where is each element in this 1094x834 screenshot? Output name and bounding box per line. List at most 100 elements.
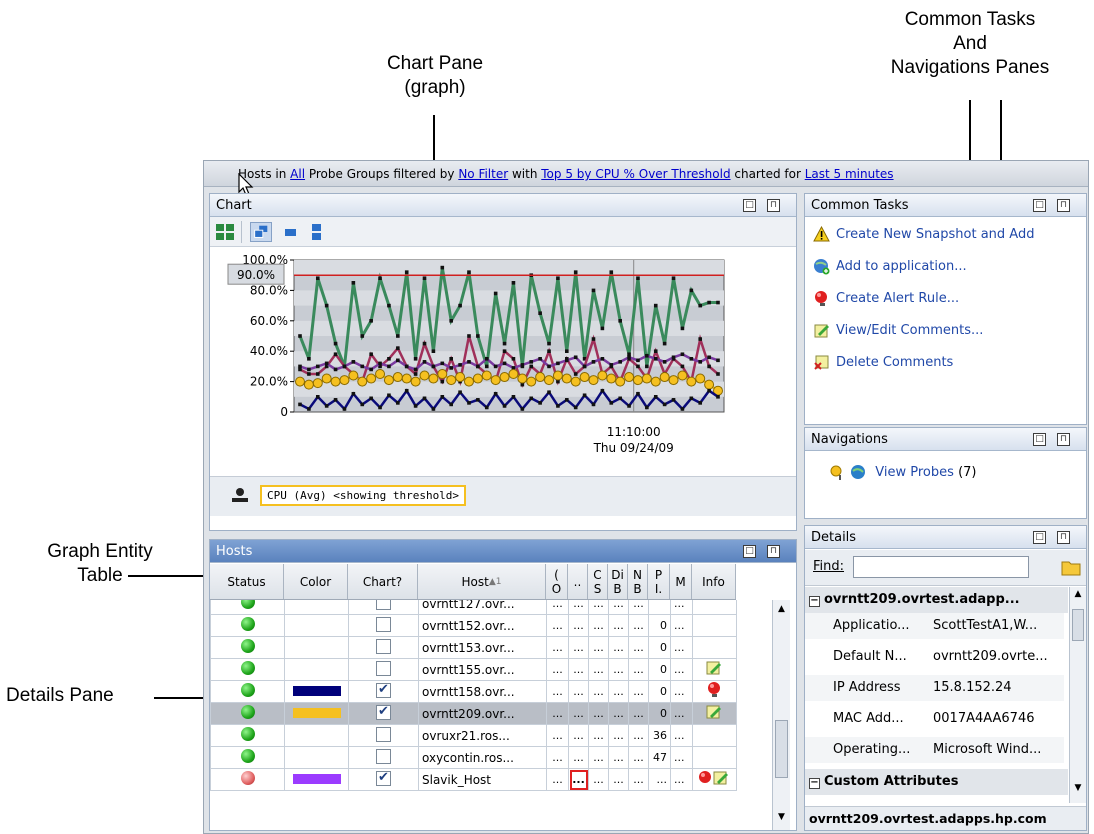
create-alert-rule-task[interactable]: Create Alert Rule... [813, 288, 959, 310]
chart-checkbox[interactable] [376, 660, 391, 676]
pin-icon[interactable]: ⊓ [767, 199, 780, 212]
alert-comment-icon[interactable] [696, 771, 736, 790]
comment-icon[interactable] [705, 705, 725, 724]
details-row[interactable]: Applicatio... ScottTestA1,W... [805, 613, 1064, 639]
filter-link[interactable]: No Filter [458, 167, 508, 181]
vertical-scrollbar[interactable]: ▲ ▼ [772, 600, 790, 830]
details-group-header[interactable]: − ovrntt209.ovrtest.adapp... [805, 587, 1068, 613]
column-header[interactable]: NB [628, 564, 648, 599]
color-swatch[interactable] [293, 730, 341, 740]
maximize-icon[interactable]: □ [1033, 531, 1046, 544]
color-swatch[interactable] [292, 707, 341, 718]
details-row[interactable]: IP Address 15.8.152.24 [805, 675, 1064, 701]
table-row[interactable]: Slavik_Host..................... [210, 768, 737, 791]
metric-value: ... [552, 773, 563, 786]
column-header[interactable]: Chart? [348, 564, 418, 599]
table-row[interactable]: ovrntt158.ovr.................. 0... [210, 680, 737, 703]
column-header-label: I. [654, 581, 663, 596]
details-row[interactable]: Default N... ovrntt209.ovrte... [805, 644, 1064, 670]
custom-attributes-header[interactable]: − Custom Attributes [805, 769, 1068, 795]
maximize-icon[interactable]: □ [1033, 199, 1046, 212]
sort-ascending-icon[interactable]: ▲1 [489, 577, 502, 587]
chart-checkbox[interactable] [376, 704, 391, 720]
color-swatch[interactable] [292, 685, 341, 696]
column-header[interactable]: P I. [648, 564, 670, 599]
scroll-up-icon[interactable]: ▲ [775, 602, 788, 616]
chart-checkbox[interactable] [376, 616, 391, 632]
details-row[interactable]: Operating... Microsoft Wind... [805, 737, 1064, 763]
chart-checkbox[interactable] [376, 600, 391, 610]
chart-checkbox[interactable] [376, 770, 391, 786]
color-swatch[interactable] [293, 752, 341, 762]
maximize-icon[interactable]: □ [743, 545, 756, 558]
collapse-icon[interactable]: − [809, 778, 820, 789]
maximize-icon[interactable]: □ [743, 199, 756, 212]
top-n-link[interactable]: Top 5 by CPU % Over Threshold [541, 167, 730, 181]
column-header[interactable]: (O [546, 564, 568, 599]
table-row[interactable]: ovrntt209.ovr.................. 0... [210, 702, 737, 725]
color-swatch[interactable] [293, 642, 341, 652]
table-row[interactable]: ovruxr21.ros.................. 36... [210, 724, 737, 747]
column-header[interactable]: Status [210, 564, 284, 599]
alert-icon[interactable] [705, 682, 725, 702]
column-header-label: O [551, 581, 562, 596]
table-row[interactable]: ovrntt155.ovr.................. 0... [210, 658, 737, 681]
time-range-link[interactable]: Last 5 minutes [805, 167, 894, 181]
data-point [324, 361, 329, 366]
chart-checkbox[interactable] [376, 726, 391, 742]
view-probes-link[interactable]: View Probes (7) [829, 462, 976, 484]
grid-view-icon[interactable] [214, 222, 236, 242]
table-row[interactable]: oxycontin.ros.................. 47... [210, 746, 737, 769]
column-header[interactable]: CS [588, 564, 608, 599]
find-input[interactable] [853, 556, 1029, 578]
column-header[interactable]: .. [568, 564, 588, 599]
color-swatch[interactable] [292, 773, 341, 784]
column-header[interactable]: M [670, 564, 692, 599]
column-header[interactable]: Info [692, 564, 736, 599]
chart-checkbox[interactable] [376, 748, 391, 764]
pin-icon[interactable]: ⊓ [1057, 531, 1070, 544]
probe-group-link[interactable]: All [290, 167, 305, 181]
metric-cell: ... [608, 636, 629, 659]
view-edit-comments-task[interactable]: View/Edit Comments... [813, 320, 983, 342]
collapse-icon[interactable]: − [809, 596, 820, 607]
metric-cell: ... [588, 724, 609, 747]
pin-icon[interactable]: ⊓ [767, 545, 780, 558]
pin-icon[interactable]: ⊓ [1057, 433, 1070, 446]
stacked-view-icon[interactable] [306, 222, 328, 242]
color-swatch[interactable] [293, 600, 341, 608]
scroll-down-icon[interactable]: ▼ [775, 810, 788, 824]
delete-comments-task[interactable]: Delete Comments [813, 352, 953, 374]
column-header[interactable]: Host ▲1 [418, 564, 546, 599]
cpu-chart[interactable]: 100.0%80.0%60.0%40.0%20.0%011:10:00Thu 0… [214, 250, 790, 472]
comment-icon[interactable] [705, 661, 725, 680]
color-swatch[interactable] [293, 664, 341, 674]
details-scrollbar[interactable]: ▲ ▼ [1069, 587, 1086, 803]
chart-checkbox[interactable] [376, 682, 391, 698]
scroll-thumb[interactable] [775, 720, 788, 778]
scroll-down-icon[interactable]: ▼ [1072, 783, 1084, 797]
single-view-icon[interactable] [280, 222, 302, 242]
column-header[interactable]: Di B [608, 564, 628, 599]
scroll-thumb[interactable] [1072, 609, 1084, 641]
data-point [387, 393, 391, 398]
pin-icon[interactable]: ⊓ [1057, 199, 1070, 212]
chart-legend-item[interactable]: CPU (Avg) <showing threshold> [260, 485, 467, 506]
chart-checkbox[interactable] [376, 638, 391, 654]
table-row[interactable]: ovrntt127.ovr..................... [210, 600, 737, 615]
table-row[interactable]: ovrntt153.ovr.................. 0... [210, 636, 737, 659]
metric-cell: ... [546, 768, 569, 791]
column-header[interactable]: Color [284, 564, 348, 599]
create-snapshot-task[interactable]: Create New Snapshot and Add [813, 224, 1034, 246]
scroll-up-icon[interactable]: ▲ [1072, 589, 1084, 603]
metric-cell: ... [628, 746, 649, 769]
add-to-application-task[interactable]: Add to application... [813, 256, 967, 278]
alert-icon [815, 291, 827, 306]
cascade-view-icon[interactable] [250, 222, 272, 242]
details-row[interactable]: MAC Add... 0017A4AA6746 [805, 706, 1064, 732]
maximize-icon[interactable]: □ [1033, 433, 1046, 446]
color-swatch[interactable] [293, 620, 341, 630]
data-point [422, 341, 427, 346]
table-row[interactable]: ovrntt152.ovr.................. 0... [210, 614, 737, 637]
folder-icon[interactable] [1061, 558, 1081, 576]
